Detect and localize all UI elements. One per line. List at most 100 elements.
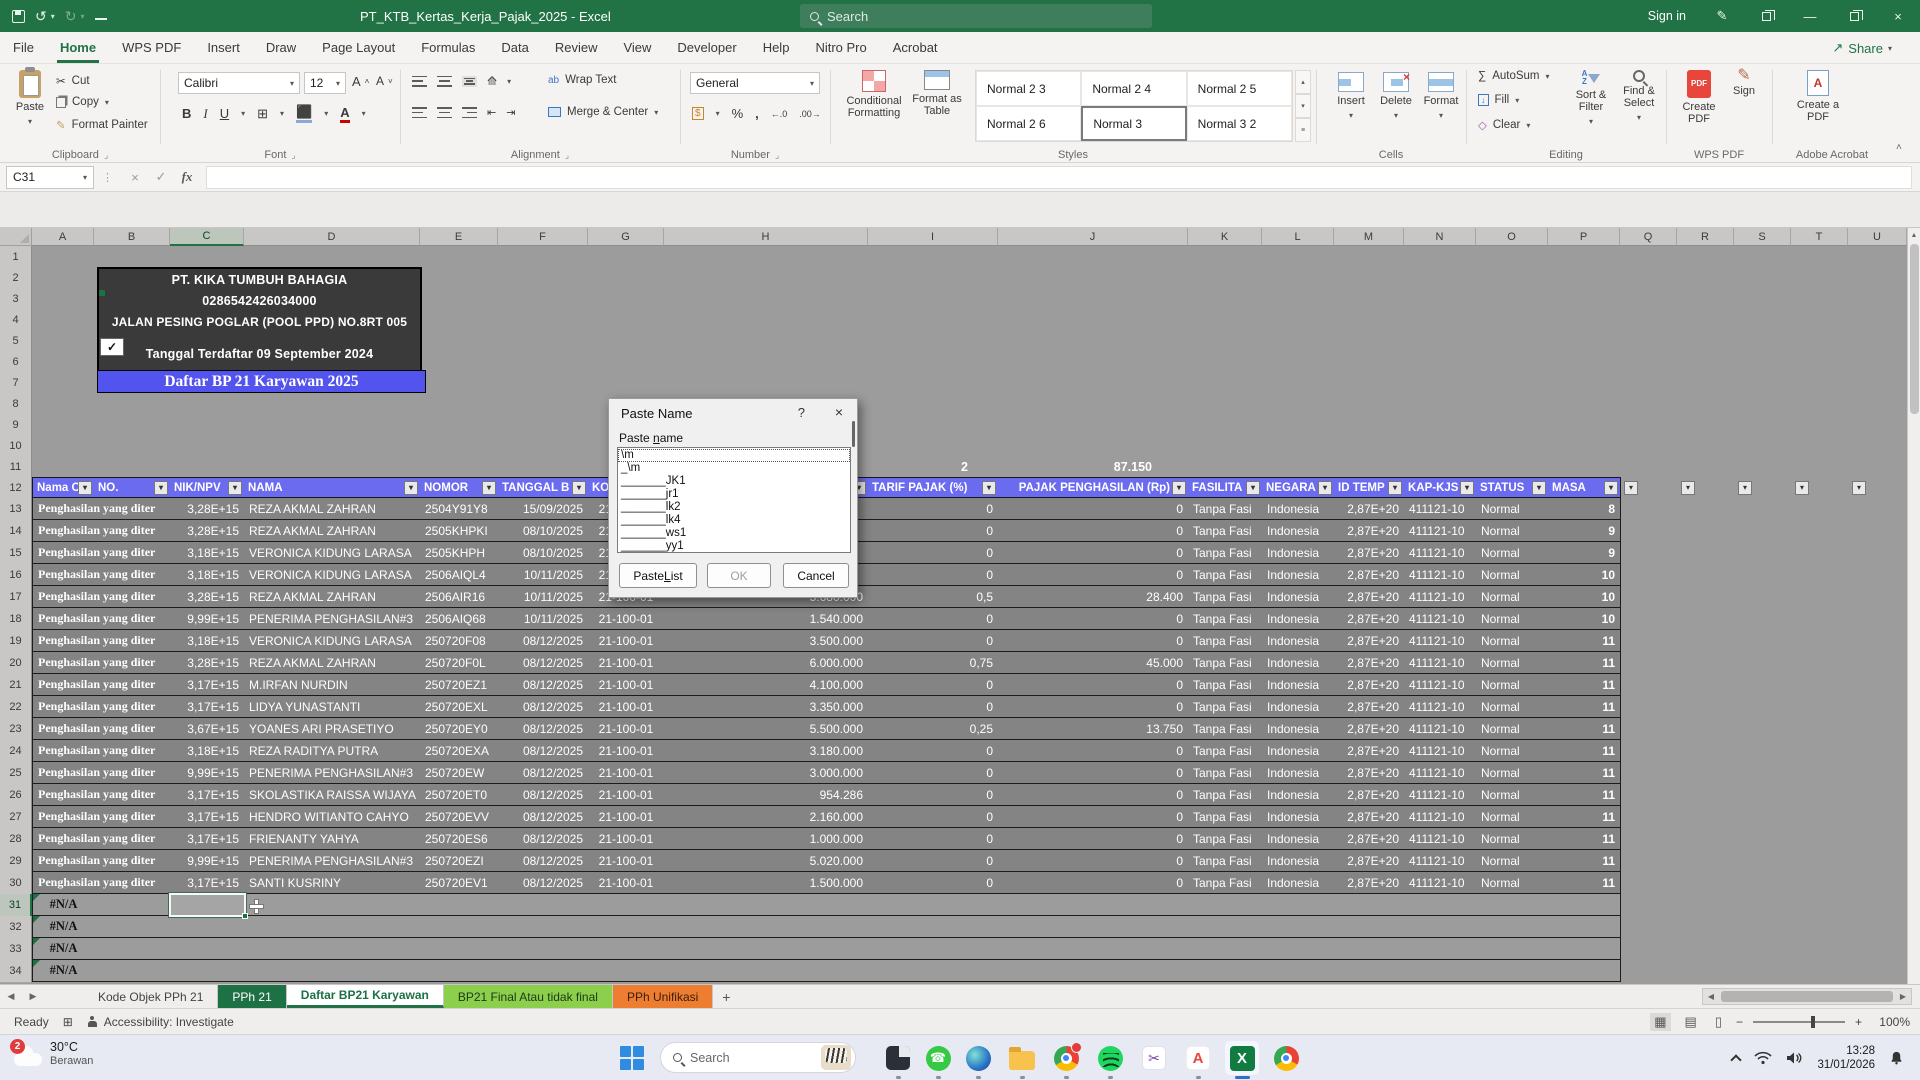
taskbar-whatsapp-icon[interactable]: ☎ <box>924 1044 952 1072</box>
cell-A28[interactable]: Penghasilan yang diter <box>32 828 171 850</box>
delete-cells-button[interactable]: Delete ▾ <box>1375 72 1417 122</box>
cell-M32[interactable] <box>1334 916 1405 938</box>
column-header-G[interactable]: G <box>588 228 664 246</box>
cell-I20[interactable]: 0,75 <box>868 652 999 674</box>
cell-G24[interactable]: 21-100-01 <box>588 740 665 762</box>
cell-L27[interactable]: Indonesia <box>1262 806 1335 828</box>
cell-I30[interactable]: 0 <box>868 872 999 894</box>
cell-J19[interactable]: 0 <box>998 630 1189 652</box>
style-option[interactable]: Normal 2 3 <box>976 71 1081 106</box>
cell-L18[interactable]: Indonesia <box>1262 608 1335 630</box>
taskbar-browser2-icon[interactable] <box>1272 1044 1300 1072</box>
cell-G18[interactable]: 21-100-01 <box>588 608 665 630</box>
cell-J26[interactable]: 0 <box>998 784 1189 806</box>
cell-J22[interactable]: 0 <box>998 696 1189 718</box>
cell-P29[interactable]: 11 <box>1548 850 1621 872</box>
cell-F34[interactable] <box>498 960 589 982</box>
macro-record-icon[interactable]: ⊞ <box>63 1015 73 1029</box>
cell-M26[interactable]: 2,87E+20 <box>1334 784 1405 806</box>
horizontal-scroll-thumb[interactable] <box>1721 991 1893 1002</box>
filter-header-L[interactable]: NEGARA▾ <box>1262 477 1335 498</box>
cell-F17[interactable]: 10/11/2025 <box>498 586 589 608</box>
filter-header-O[interactable]: STATUS▾ <box>1476 477 1549 498</box>
cell-J32[interactable] <box>998 916 1189 938</box>
cell-N14[interactable]: 411121-10 <box>1404 520 1477 542</box>
filter-header-K[interactable]: FASILITA▾ <box>1188 477 1263 498</box>
cell-O26[interactable]: Normal <box>1476 784 1549 806</box>
cell-C17[interactable]: 3,28E+15 <box>170 586 245 608</box>
taskbar-file-explorer-icon[interactable] <box>1008 1044 1036 1072</box>
cell-L13[interactable]: Indonesia <box>1262 498 1335 520</box>
cell-A34[interactable]: #N/A <box>32 960 95 982</box>
column-header-Q[interactable]: Q <box>1620 228 1677 246</box>
cell-K28[interactable]: Tanpa Fasi <box>1188 828 1263 850</box>
cell-A24[interactable]: Penghasilan yang diter <box>32 740 171 762</box>
row-header-5[interactable]: 5 <box>0 330 32 352</box>
filter-header-B[interactable]: NO.▾ <box>94 477 171 498</box>
cell-I25[interactable]: 0 <box>868 762 999 784</box>
cell-I23[interactable]: 0,25 <box>868 718 999 740</box>
cell-H25[interactable]: 3.000.000 <box>664 762 869 784</box>
align-left-icon[interactable] <box>412 107 427 118</box>
cell-L32[interactable] <box>1262 916 1335 938</box>
cell-I16[interactable]: 0 <box>868 564 999 586</box>
cell-A16[interactable]: Penghasilan yang diter <box>32 564 171 586</box>
cell-M27[interactable]: 2,87E+20 <box>1334 806 1405 828</box>
row-header-28[interactable]: 28 <box>0 828 32 851</box>
name-box[interactable]: C31 ▾ <box>6 166 94 189</box>
cell-G25[interactable]: 21-100-01 <box>588 762 665 784</box>
column-header-I[interactable]: I <box>868 228 998 246</box>
cell-D24[interactable]: REZA RADITYA PUTRA <box>244 740 421 762</box>
cell-M14[interactable]: 2,87E+20 <box>1334 520 1405 542</box>
cell-H20[interactable]: 6.000.000 <box>664 652 869 674</box>
cell-L24[interactable]: Indonesia <box>1262 740 1335 762</box>
row-header-2[interactable]: 2 <box>0 267 32 289</box>
menu-tab-developer[interactable]: Developer <box>664 32 749 63</box>
number-launcher-icon[interactable]: ⌟ <box>775 150 779 161</box>
filter-header-C[interactable]: NIK/NPV▾ <box>170 477 245 498</box>
cell-K34[interactable] <box>1188 960 1263 982</box>
cell-N28[interactable]: 411121-10 <box>1404 828 1477 850</box>
row-header-21[interactable]: 21 <box>0 674 32 697</box>
cell-A19[interactable]: Penghasilan yang diter <box>32 630 171 652</box>
cell-J16[interactable]: 0 <box>998 564 1189 586</box>
cell-D14[interactable]: REZA AKMAL ZAHRAN <box>244 520 421 542</box>
row-header-23[interactable]: 23 <box>0 718 32 741</box>
cell-L14[interactable]: Indonesia <box>1262 520 1335 542</box>
column-header-K[interactable]: K <box>1188 228 1262 246</box>
cell-M16[interactable]: 2,87E+20 <box>1334 564 1405 586</box>
row-header-27[interactable]: 27 <box>0 806 32 829</box>
cell-A18[interactable]: Penghasilan yang diter <box>32 608 171 630</box>
page-break-view-icon[interactable]: ▯ <box>1711 1013 1726 1031</box>
cell-C30[interactable]: 3,17E+15 <box>170 872 245 894</box>
accounting-format-icon[interactable]: $ <box>692 107 704 120</box>
cell-G23[interactable]: 21-100-01 <box>588 718 665 740</box>
cell-O29[interactable]: Normal <box>1476 850 1549 872</box>
column-header-A[interactable]: A <box>32 228 94 246</box>
cell-C18[interactable]: 9,99E+15 <box>170 608 245 630</box>
row-header-6[interactable]: 6 <box>0 351 32 373</box>
cell-B34[interactable] <box>94 960 171 982</box>
cell-A33[interactable]: #N/A <box>32 938 95 960</box>
style-option[interactable]: Normal 2 4 <box>1081 71 1186 106</box>
cell-M19[interactable]: 2,87E+20 <box>1334 630 1405 652</box>
cell-E17[interactable]: 2506AIR16 <box>420 586 499 608</box>
filter-button-T[interactable]: ▾ <box>1795 481 1809 495</box>
align-middle-icon[interactable] <box>437 76 452 87</box>
share-button[interactable]: ↗ Share ▾ <box>1832 32 1892 64</box>
filter-button-B[interactable]: ▾ <box>154 481 168 495</box>
undo-dropdown-icon[interactable]: ▾ <box>51 12 55 21</box>
cell-D18[interactable]: PENERIMA PENGHASILAN#3 <box>244 608 421 630</box>
cell-P14[interactable]: 9 <box>1548 520 1621 542</box>
cell-K18[interactable]: Tanpa Fasi <box>1188 608 1263 630</box>
filter-button-K[interactable]: ▾ <box>1246 481 1260 495</box>
menu-tab-insert[interactable]: Insert <box>194 32 253 63</box>
cell-J34[interactable] <box>998 960 1189 982</box>
cell-K31[interactable] <box>1188 894 1263 916</box>
cell-M30[interactable]: 2,87E+20 <box>1334 872 1405 894</box>
cell-P20[interactable]: 11 <box>1548 652 1621 674</box>
sheet-tab-kode-objek-pph-21[interactable]: Kode Objek PPh 21 <box>84 985 218 1008</box>
minimize-button[interactable]: — <box>1788 0 1832 32</box>
cell-K27[interactable]: Tanpa Fasi <box>1188 806 1263 828</box>
cell-P31[interactable] <box>1548 894 1621 916</box>
